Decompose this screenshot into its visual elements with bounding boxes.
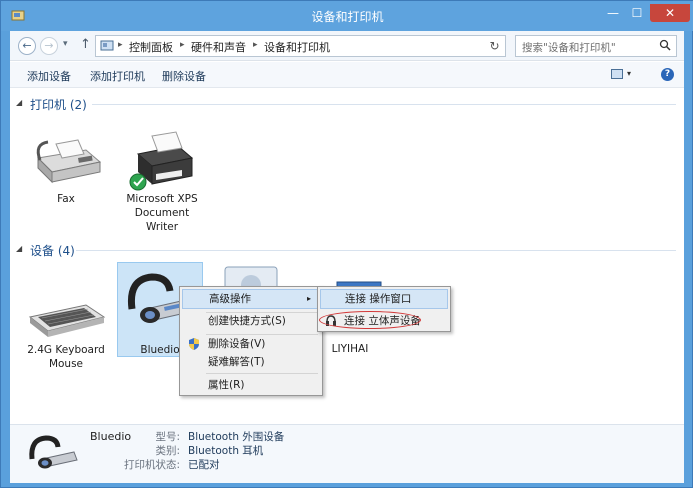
details-value: Bluetooth 耳机 bbox=[188, 445, 264, 457]
details-key: 打印机状态: bbox=[123, 459, 180, 471]
menu-separator bbox=[206, 373, 318, 374]
device-label: Document bbox=[134, 207, 190, 219]
details-value: 已配对 bbox=[188, 459, 220, 471]
menu-item-advanced-actions[interactable]: 高级操作 ▸ bbox=[182, 289, 320, 309]
uac-shield-icon bbox=[189, 338, 199, 350]
breadcrumb-control-panel[interactable]: 控制面板 bbox=[129, 39, 173, 55]
details-pane: Bluedio 型号: Bluetooth 外围设备 类别: Bluetooth… bbox=[10, 424, 684, 483]
collapse-arrow-icon[interactable]: ◢ bbox=[16, 244, 22, 253]
breadcrumb-hardware-sound[interactable]: 硬件和声音 bbox=[191, 39, 246, 55]
collapse-arrow-icon[interactable]: ◢ bbox=[16, 98, 22, 107]
control-panel-icon bbox=[100, 40, 114, 51]
view-options-chevron-icon[interactable]: ▾ bbox=[627, 69, 631, 78]
device-label: Microsoft XPS bbox=[126, 193, 198, 205]
printer-icon bbox=[129, 131, 194, 191]
menu-item-label: 删除设备(V) bbox=[208, 338, 266, 350]
breadcrumb-separator: ▸ bbox=[253, 40, 258, 50]
view-options-icon[interactable] bbox=[611, 69, 623, 79]
red-annotation-ellipse bbox=[319, 311, 421, 329]
devices-printers-window: 设备和打印机 — ☐ ✕ ← → ▾ ↑ ▸ 控制面板 ▸ 硬件和声音 ▸ 设备… bbox=[0, 0, 693, 488]
menu-item-connect-window[interactable]: 连接 操作窗口 bbox=[320, 289, 448, 309]
forward-button[interactable]: → bbox=[40, 37, 58, 55]
group-divider bbox=[92, 104, 676, 105]
device-label: Mouse bbox=[48, 358, 84, 370]
menu-item-properties[interactable]: 属性(R) bbox=[182, 375, 320, 395]
details-key: 类别: bbox=[155, 445, 180, 457]
keyboard-icon bbox=[28, 304, 106, 337]
recent-locations-chevron-icon[interactable]: ▾ bbox=[63, 39, 68, 49]
printer-item-xps[interactable]: Microsoft XPS Document Writer bbox=[118, 128, 206, 238]
devices-group-title: 设备 (4) bbox=[30, 244, 75, 258]
remove-device-button[interactable]: 删除设备 bbox=[162, 68, 206, 84]
menu-item-remove-device[interactable]: 删除设备(V) bbox=[182, 334, 320, 354]
search-icon bbox=[659, 39, 671, 51]
fax-icon bbox=[36, 139, 102, 184]
breadcrumb-separator: ▸ bbox=[180, 40, 185, 50]
breadcrumb-devices-printers[interactable]: 设备和打印机 bbox=[264, 39, 330, 55]
add-device-button[interactable]: 添加设备 bbox=[27, 68, 71, 84]
window-title: 设备和打印机 bbox=[311, 10, 384, 24]
device-label: Writer bbox=[145, 221, 179, 233]
printers-group-title: 打印机 (2) bbox=[30, 98, 87, 112]
search-placeholder: 搜索"设备和打印机" bbox=[522, 42, 616, 54]
device-label: Fax bbox=[57, 193, 75, 205]
back-button[interactable]: ← bbox=[18, 37, 36, 55]
help-icon[interactable]: ? bbox=[661, 68, 674, 81]
title-bar[interactable]: 设备和打印机 — ☐ ✕ bbox=[1, 1, 693, 31]
printer-item-fax[interactable]: Fax bbox=[22, 128, 110, 218]
command-bar: 添加设备 添加打印机 删除设备 ▾ ? bbox=[10, 62, 684, 88]
device-label: 2.4G Keyboard bbox=[27, 344, 105, 356]
explorer-client: ← → ▾ ↑ ▸ 控制面板 ▸ 硬件和声音 ▸ 设备和打印机 ▾ ↻ 搜索"设… bbox=[10, 31, 684, 483]
bluetooth-headset-icon bbox=[29, 435, 78, 469]
group-divider bbox=[76, 250, 676, 251]
submenu-arrow-icon: ▸ bbox=[306, 294, 311, 303]
context-menu: 高级操作 ▸ 创建快捷方式(S) 删除设备(V) 疑难解答(T) 属性(R) bbox=[179, 286, 323, 396]
menu-item-create-shortcut[interactable]: 创建快捷方式(S) bbox=[182, 311, 320, 331]
refresh-button[interactable]: ↻ bbox=[484, 35, 506, 57]
maximize-button[interactable]: ☐ bbox=[625, 4, 649, 22]
device-item-keyboard[interactable]: 2.4G Keyboard Mouse bbox=[22, 289, 110, 370]
breadcrumb-separator: ▸ bbox=[118, 40, 123, 50]
menu-item-troubleshoot[interactable]: 疑难解答(T) bbox=[182, 352, 320, 372]
close-button[interactable]: ✕ bbox=[650, 4, 690, 22]
add-printer-button[interactable]: 添加打印机 bbox=[90, 68, 145, 84]
details-key: 型号: bbox=[155, 431, 180, 443]
up-button[interactable]: ↑ bbox=[80, 37, 91, 52]
details-value: Bluetooth 外围设备 bbox=[188, 431, 285, 443]
menu-item-label: 高级操作 bbox=[209, 293, 251, 305]
minimize-button[interactable]: — bbox=[601, 4, 625, 22]
address-box[interactable]: ▸ 控制面板 ▸ 硬件和声音 ▸ 设备和打印机 bbox=[95, 35, 506, 57]
search-input[interactable]: 搜索"设备和打印机" bbox=[515, 35, 677, 57]
address-bar-row: ← → ▾ ↑ ▸ 控制面板 ▸ 硬件和声音 ▸ 设备和打印机 ▾ ↻ 搜索"设… bbox=[10, 31, 684, 61]
